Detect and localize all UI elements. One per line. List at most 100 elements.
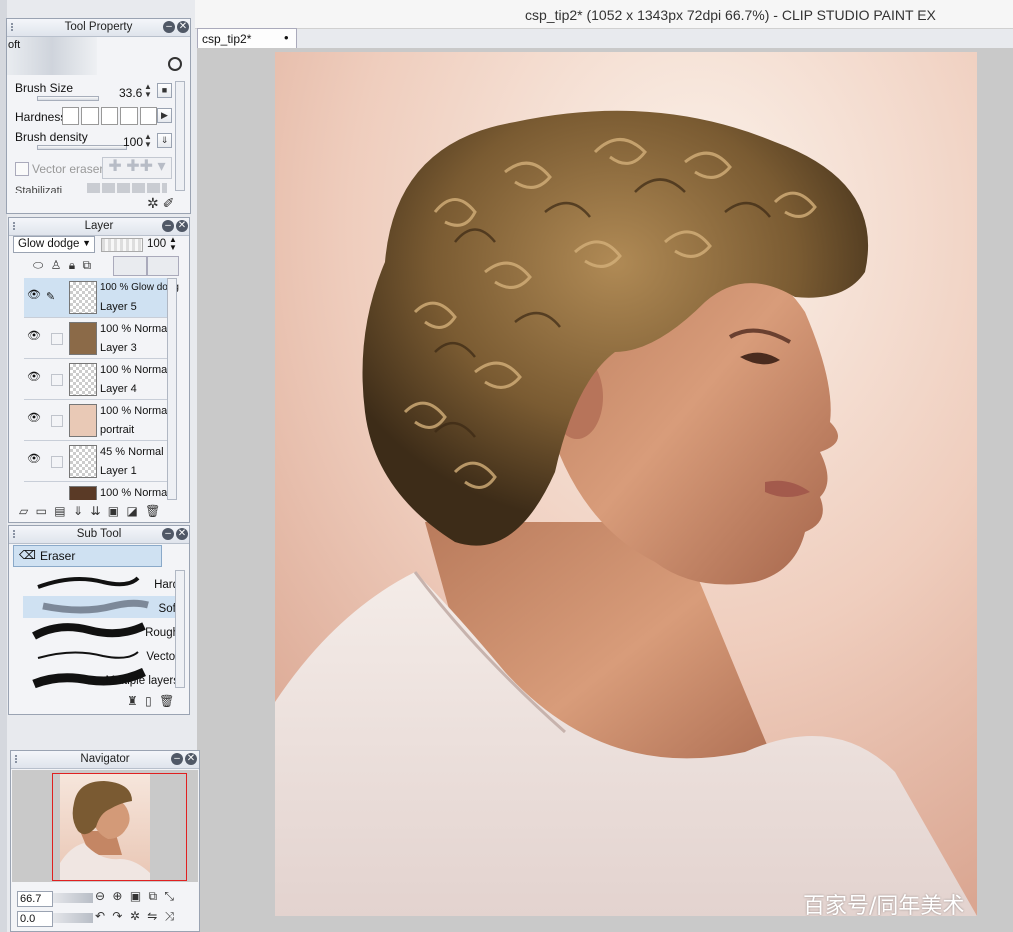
brush-density-spinner[interactable]: ▲ ▼ — [144, 133, 152, 149]
sub-tool-title-bar[interactable]: Sub Tool – ✕ — [9, 526, 189, 544]
brush-density-value[interactable]: 100 — [123, 135, 143, 149]
drag-grip-icon[interactable] — [13, 222, 23, 230]
eye-icon[interactable]: 👁︎ — [27, 290, 41, 301]
new-folder-icon[interactable]: ▤ — [54, 504, 65, 518]
new-sub-tool-icon[interactable]: ▯ — [145, 694, 152, 708]
blend-mode-dropdown[interactable]: Glow dodge ▼ — [13, 236, 95, 253]
brush-size-mode-button[interactable]: ■ — [157, 83, 172, 98]
close-icon[interactable]: ✕ — [176, 220, 188, 232]
layer-empty-box[interactable] — [51, 333, 63, 345]
stabilization-swatches[interactable] — [87, 183, 167, 193]
navigator-preview-area[interactable] — [12, 770, 198, 882]
brush-size-spinner[interactable]: ▲ ▼ — [144, 83, 152, 99]
new-vector-layer-icon[interactable]: ▭ — [36, 504, 47, 518]
mask-button[interactable] — [113, 256, 147, 276]
settings-magnifier-icon[interactable] — [168, 57, 182, 71]
sub-tool-item[interactable]: Rough — [23, 620, 179, 642]
sub-tool-scrollbar[interactable] — [175, 570, 185, 688]
zoom-out-icon[interactable]: ⊖ — [95, 889, 105, 903]
sub-tool-item[interactable]: Vector — [23, 644, 179, 666]
rotation-value[interactable]: 0.0 — [17, 911, 53, 927]
hardness-preset-2[interactable] — [81, 107, 99, 125]
flip-horizontal-icon[interactable]: ⇋ — [147, 909, 157, 923]
layer-title-bar[interactable]: Layer – ✕ — [9, 218, 189, 236]
layer-empty-box[interactable] — [51, 456, 63, 468]
brush-density-pen-button[interactable]: ⇓ — [157, 133, 172, 148]
layer-row[interactable]: 👁︎ 100 % Normal Layer 3 — [24, 319, 174, 359]
trash-icon[interactable]: 🗑︎ — [159, 694, 174, 708]
opacity-value[interactable]: 100 — [147, 238, 166, 250]
tool-property-title-bar[interactable]: Tool Property – ✕ — [7, 19, 190, 37]
layer-empty-box[interactable] — [51, 374, 63, 386]
apply-mask-icon[interactable]: ◪ — [126, 504, 137, 518]
navigator-title-bar[interactable]: Navigator – ✕ — [11, 751, 199, 769]
zoom-value[interactable]: 66.7 — [17, 891, 53, 907]
layer-row[interactable]: 👁︎ 100 % Normal portrait — [24, 401, 174, 441]
lock-transparency-icon[interactable]: ⧉ — [82, 258, 91, 273]
minimize-icon[interactable]: – — [171, 753, 183, 765]
navigator-viewport-frame[interactable] — [52, 773, 187, 881]
close-icon[interactable]: ✕ — [185, 753, 197, 765]
layer-row[interactable]: 👁︎ 45 % Normal Layer 1 — [24, 442, 174, 482]
hardness-preset-4[interactable] — [120, 107, 138, 125]
drag-grip-icon[interactable] — [15, 755, 25, 763]
tab-close-dot[interactable]: • — [284, 30, 289, 45]
minimize-icon[interactable]: – — [162, 220, 174, 232]
fit-icon[interactable]: ⧉ — [149, 889, 158, 904]
zoom-in-icon[interactable]: ⊕ — [112, 889, 122, 903]
tool-property-footer-icons[interactable]: ✲ ✐ — [147, 195, 174, 212]
hardness-preset-3[interactable] — [100, 107, 119, 125]
transfer-down-icon[interactable]: ⇊ — [90, 504, 100, 518]
actual-size-icon[interactable]: ▣ — [130, 889, 141, 903]
rotate-right-icon[interactable]: ↷ — [112, 909, 122, 923]
minimize-icon[interactable]: – — [162, 528, 174, 540]
eye-icon[interactable]: 👁︎ — [27, 372, 41, 383]
fit-window-icon[interactable]: ⤡ — [164, 889, 174, 904]
hardness-preset-5[interactable] — [139, 107, 158, 125]
sub-tool-item[interactable]: Soft — [23, 596, 179, 618]
clip-layer-icon[interactable]: ⬭ — [33, 258, 43, 273]
mask-icon[interactable]: ▣ — [108, 504, 119, 518]
minimize-icon[interactable]: – — [163, 21, 175, 33]
flip-vertical-icon[interactable]: ⤨ — [165, 909, 175, 924]
hardness-preset-1[interactable] — [62, 107, 80, 125]
eye-icon[interactable]: 👁︎ — [27, 454, 41, 465]
rotation-slider[interactable] — [53, 913, 93, 923]
brush-density-slider[interactable] — [37, 145, 127, 150]
merge-down-icon[interactable]: ⇓ — [73, 504, 83, 518]
layer-scrollbar[interactable] — [167, 278, 177, 500]
layer-row[interactable]: 👁︎ ✎ 100 % Glow dodg Layer 5 — [24, 278, 179, 318]
layer-empty-box[interactable] — [51, 415, 63, 427]
reset-rotation-icon[interactable]: ✲ — [130, 909, 140, 923]
vector-eraser-options[interactable]: ✚ ✚✚ ▾ — [102, 157, 172, 179]
sub-tool-group-tab[interactable]: ⌫ Eraser — [13, 545, 162, 567]
trash-icon[interactable]: 🗑︎ — [145, 504, 160, 518]
brush-size-slider[interactable] — [37, 96, 99, 101]
close-icon[interactable]: ✕ — [176, 528, 188, 540]
eye-icon[interactable]: 👁︎ — [27, 413, 41, 424]
sub-tool-item[interactable]: Multiple layers — [23, 668, 179, 690]
rotate-left-icon[interactable]: ↶ — [95, 909, 105, 923]
eye-icon[interactable]: 👁︎ — [27, 331, 41, 342]
sub-tool-item[interactable]: Hard — [23, 572, 179, 594]
hardness-presets[interactable] — [62, 107, 158, 125]
zoom-slider[interactable] — [53, 893, 93, 903]
brush-size-value[interactable]: 33.6 — [119, 86, 142, 100]
tool-settings-icon[interactable]: ♜ — [127, 694, 138, 708]
drag-grip-icon[interactable] — [13, 530, 23, 538]
hardness-arrow-button[interactable]: ▶ — [157, 108, 172, 123]
new-raster-layer-icon[interactable]: ▱ — [19, 504, 28, 518]
drag-grip-icon[interactable] — [11, 23, 21, 31]
artwork-canvas[interactable]: 百家号/同年美术 — [275, 52, 977, 916]
opacity-slider[interactable] — [101, 238, 143, 252]
wrench-icon[interactable]: ✐ — [163, 195, 175, 211]
vector-eraser-checkbox[interactable] — [15, 162, 29, 176]
tool-property-scrollbar[interactable] — [175, 81, 185, 191]
lock-icon[interactable]: 🔒︎ — [69, 258, 75, 273]
opacity-spinner[interactable]: ▲ ▼ — [169, 236, 177, 252]
settings-gear-icon[interactable]: ✲ — [147, 195, 159, 211]
ruler-button[interactable] — [147, 256, 179, 276]
layer-row[interactable]: 👁︎ 100 % Normal Layer 4 — [24, 360, 174, 400]
reference-layer-icon[interactable]: ♙ — [51, 258, 62, 272]
layer-row[interactable]: 100 % Normal — [24, 483, 174, 500]
